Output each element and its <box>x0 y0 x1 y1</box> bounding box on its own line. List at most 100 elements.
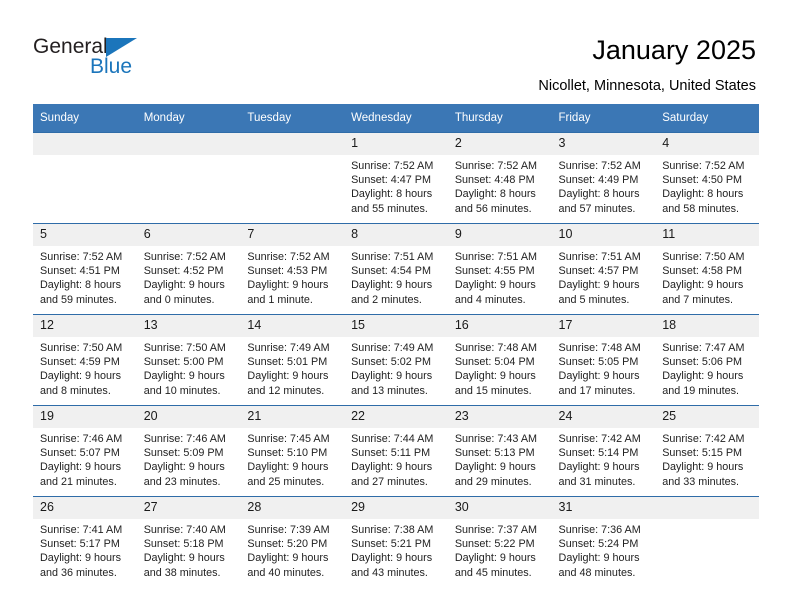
daylight-text: Daylight: 9 hours and 36 minutes. <box>40 552 122 579</box>
sunset-text: Sunset: 5:20 PM <box>247 538 328 551</box>
day-number: 2 <box>447 133 552 155</box>
calendar-day-cell[interactable]: 4 Sunrise: 7:52 AM Sunset: 4:50 PM Daylight… <box>655 132 759 224</box>
day-number: 15 <box>344 315 448 337</box>
sunrise-text: Sunrise: 7:49 AM <box>351 342 434 354</box>
sunset-text: Sunset: 5:18 PM <box>143 538 224 551</box>
calendar-day-cell[interactable]: 19 Sunrise: 7:46 AM Sunset: 5:07 PM Dayligh… <box>33 405 137 497</box>
sunrise-text: Sunrise: 7:52 AM <box>40 251 123 263</box>
calendar-day-cell[interactable]: 30 Sunrise: 7:37 AM Sunset: 5:22 PM Dayligh… <box>447 496 552 587</box>
day-cell-inner: 22 Sunrise: 7:44 AM Sunset: 5:11 PM Dayligh… <box>344 406 448 496</box>
calendar-day-cell[interactable]: 7 Sunrise: 7:52 AM Sunset: 4:53 PM Daylight… <box>240 223 345 315</box>
calendar-table: Sunday Monday Tuesday Wednesday Thursday Frid… <box>33 104 759 587</box>
sunset-text: Sunset: 4:51 PM <box>40 265 120 278</box>
calendar-day-cell[interactable]: 8 Sunrise: 7:51 AM Sunset: 4:54 PM Daylight… <box>344 223 448 315</box>
sunrise-text: Sunrise: 7:46 AM <box>40 433 123 445</box>
day-details: Sunrise: 7:52 AM Sunset: 4:52 PM Daylight:… <box>137 246 241 307</box>
calendar-day-cell[interactable]: 11 Sunrise: 7:50 AM Sunset: 4:58 PM Dayligh… <box>655 223 759 315</box>
day-details: Sunrise: 7:52 AM Sunset: 4:49 PM Daylight:… <box>552 155 656 216</box>
sunrise-text: Sunrise: 7:42 AM <box>558 433 641 445</box>
calendar-day-cell[interactable]: 6 Sunrise: 7:52 AM Sunset: 4:52 PM Daylight… <box>136 223 241 315</box>
day-number: 14 <box>240 315 345 337</box>
sunset-text: Sunset: 5:05 PM <box>558 356 639 369</box>
weekday-header-friday: Friday <box>551 104 656 133</box>
calendar-day-cell[interactable]: 26 Sunrise: 7:41 AM Sunset: 5:17 PM Dayligh… <box>33 496 137 587</box>
day-number <box>33 133 137 155</box>
calendar-day-cell[interactable]: 31 Sunrise: 7:36 AM Sunset: 5:24 PM Dayligh… <box>551 496 656 587</box>
day-details: Sunrise: 7:48 AM Sunset: 5:05 PM Daylight:… <box>552 337 656 398</box>
day-details: Sunrise: 7:52 AM Sunset: 4:48 PM Daylight:… <box>448 155 552 216</box>
calendar-day-cell[interactable]: 24 Sunrise: 7:42 AM Sunset: 5:14 PM Dayligh… <box>551 405 656 497</box>
sunrise-text: Sunrise: 7:47 AM <box>662 342 745 354</box>
calendar-day-cell[interactable]: 16 Sunrise: 7:48 AM Sunset: 5:04 PM Dayligh… <box>447 314 552 406</box>
day-cell-inner <box>33 133 137 223</box>
calendar-day-cell[interactable]: 17 Sunrise: 7:48 AM Sunset: 5:05 PM Dayligh… <box>551 314 656 406</box>
calendar-day-cell[interactable]: 3 Sunrise: 7:52 AM Sunset: 4:49 PM Daylight… <box>551 132 656 224</box>
day-details: Sunrise: 7:45 AM Sunset: 5:10 PM Daylight:… <box>240 428 344 489</box>
calendar-day-cell[interactable]: 28 Sunrise: 7:39 AM Sunset: 5:20 PM Dayligh… <box>240 496 345 587</box>
sunset-text: Sunset: 4:58 PM <box>662 265 743 278</box>
calendar-day-cell[interactable]: 9 Sunrise: 7:51 AM Sunset: 4:55 PM Daylight… <box>447 223 552 315</box>
sunset-text: Sunset: 5:22 PM <box>454 538 535 551</box>
day-details: Sunrise: 7:49 AM Sunset: 5:01 PM Daylight:… <box>240 337 344 398</box>
sunset-text: Sunset: 5:01 PM <box>247 356 328 369</box>
daylight-text: Daylight: 9 hours and 5 minutes. <box>558 279 640 306</box>
day-number: 21 <box>240 406 345 428</box>
day-cell-inner <box>655 497 759 587</box>
brand-logo[interactable]: General Blue <box>33 36 213 88</box>
day-cell-inner: 16 Sunrise: 7:48 AM Sunset: 5:04 PM Dayligh… <box>447 315 552 405</box>
calendar-day-cell[interactable]: 1 Sunrise: 7:52 AM Sunset: 4:47 PM Daylight… <box>344 132 448 224</box>
day-details: Sunrise: 7:52 AM Sunset: 4:53 PM Daylight:… <box>240 246 344 307</box>
calendar-day-cell[interactable]: 12 Sunrise: 7:50 AM Sunset: 4:59 PM Dayligh… <box>33 314 137 406</box>
day-details: Sunrise: 7:49 AM Sunset: 5:02 PM Daylight:… <box>344 337 448 398</box>
sunrise-text: Sunrise: 7:49 AM <box>247 342 330 354</box>
day-cell-inner: 2 Sunrise: 7:52 AM Sunset: 4:48 PM Daylight… <box>447 133 552 223</box>
calendar-page: General Blue January 2025 Nicollet, Minn… <box>0 0 792 612</box>
sunset-text: Sunset: 5:09 PM <box>143 447 224 460</box>
day-cell-inner: 14 Sunrise: 7:49 AM Sunset: 5:01 PM Dayligh… <box>240 315 345 405</box>
sunrise-text: Sunrise: 7:45 AM <box>247 433 330 445</box>
calendar-day-cell[interactable]: 27 Sunrise: 7:40 AM Sunset: 5:18 PM Dayligh… <box>136 496 241 587</box>
daylight-text: Daylight: 9 hours and 21 minutes. <box>40 461 122 488</box>
calendar-day-cell[interactable]: 5 Sunrise: 7:52 AM Sunset: 4:51 PM Daylight… <box>33 223 137 315</box>
day-number: 10 <box>551 224 656 246</box>
day-details: Sunrise: 7:40 AM Sunset: 5:18 PM Daylight:… <box>137 519 241 580</box>
sunrise-text: Sunrise: 7:50 AM <box>40 342 123 354</box>
calendar-day-cell[interactable]: 18 Sunrise: 7:47 AM Sunset: 5:06 PM Dayligh… <box>655 314 759 406</box>
sunset-text: Sunset: 5:14 PM <box>558 447 639 460</box>
calendar-day-cell[interactable]: 2 Sunrise: 7:52 AM Sunset: 4:48 PM Daylight… <box>447 132 552 224</box>
day-cell-inner: 8 Sunrise: 7:51 AM Sunset: 4:54 PM Daylight… <box>344 224 448 314</box>
day-number: 6 <box>136 224 241 246</box>
calendar-day-cell[interactable]: 10 Sunrise: 7:51 AM Sunset: 4:57 PM Dayligh… <box>551 223 656 315</box>
day-details: Sunrise: 7:51 AM Sunset: 4:55 PM Daylight:… <box>448 246 552 307</box>
day-cell-inner: 24 Sunrise: 7:42 AM Sunset: 5:14 PM Dayligh… <box>551 406 656 496</box>
daylight-text: Daylight: 9 hours and 33 minutes. <box>662 461 744 488</box>
sunrise-text: Sunrise: 7:51 AM <box>558 251 641 263</box>
calendar-day-cell[interactable]: 15 Sunrise: 7:49 AM Sunset: 5:02 PM Dayligh… <box>344 314 448 406</box>
day-cell-inner: 18 Sunrise: 7:47 AM Sunset: 5:06 PM Dayligh… <box>655 315 759 405</box>
sunset-text: Sunset: 4:49 PM <box>558 174 639 187</box>
day-cell-inner <box>240 133 345 223</box>
day-details: Sunrise: 7:44 AM Sunset: 5:11 PM Daylight:… <box>344 428 448 489</box>
calendar-day-cell[interactable]: 21 Sunrise: 7:45 AM Sunset: 5:10 PM Dayligh… <box>240 405 345 497</box>
sunrise-text: Sunrise: 7:52 AM <box>143 251 226 263</box>
calendar-day-cell[interactable]: 20 Sunrise: 7:46 AM Sunset: 5:09 PM Dayligh… <box>136 405 241 497</box>
daylight-text: Daylight: 9 hours and 31 minutes. <box>558 461 640 488</box>
calendar-day-cell[interactable]: 25 Sunrise: 7:42 AM Sunset: 5:15 PM Dayligh… <box>655 405 759 497</box>
sunset-text: Sunset: 5:02 PM <box>351 356 431 369</box>
calendar-day-cell[interactable]: 23 Sunrise: 7:43 AM Sunset: 5:13 PM Dayligh… <box>447 405 552 497</box>
calendar-day-cell[interactable]: 29 Sunrise: 7:38 AM Sunset: 5:21 PM Dayligh… <box>344 496 448 587</box>
calendar-day-cell[interactable]: 13 Sunrise: 7:50 AM Sunset: 5:00 PM Dayligh… <box>136 314 241 406</box>
sunset-text: Sunset: 4:54 PM <box>351 265 431 278</box>
brand-name-blue: Blue <box>90 55 133 78</box>
sunset-text: Sunset: 5:00 PM <box>143 356 224 369</box>
calendar-day-cell[interactable]: 14 Sunrise: 7:49 AM Sunset: 5:01 PM Dayligh… <box>240 314 345 406</box>
day-cell-inner: 12 Sunrise: 7:50 AM Sunset: 4:59 PM Dayligh… <box>33 315 137 405</box>
calendar-day-cell[interactable]: 22 Sunrise: 7:44 AM Sunset: 5:11 PM Dayligh… <box>344 405 448 497</box>
day-details: Sunrise: 7:43 AM Sunset: 5:13 PM Daylight:… <box>448 428 552 489</box>
day-number: 31 <box>551 497 656 519</box>
sunrise-text: Sunrise: 7:44 AM <box>351 433 434 445</box>
calendar-body: 1 Sunrise: 7:52 AM Sunset: 4:47 PM Daylight… <box>33 132 759 587</box>
sunrise-text: Sunrise: 7:38 AM <box>351 524 434 536</box>
sunrise-text: Sunrise: 7:52 AM <box>558 160 641 172</box>
day-cell-inner: 25 Sunrise: 7:42 AM Sunset: 5:15 PM Dayligh… <box>655 406 759 496</box>
